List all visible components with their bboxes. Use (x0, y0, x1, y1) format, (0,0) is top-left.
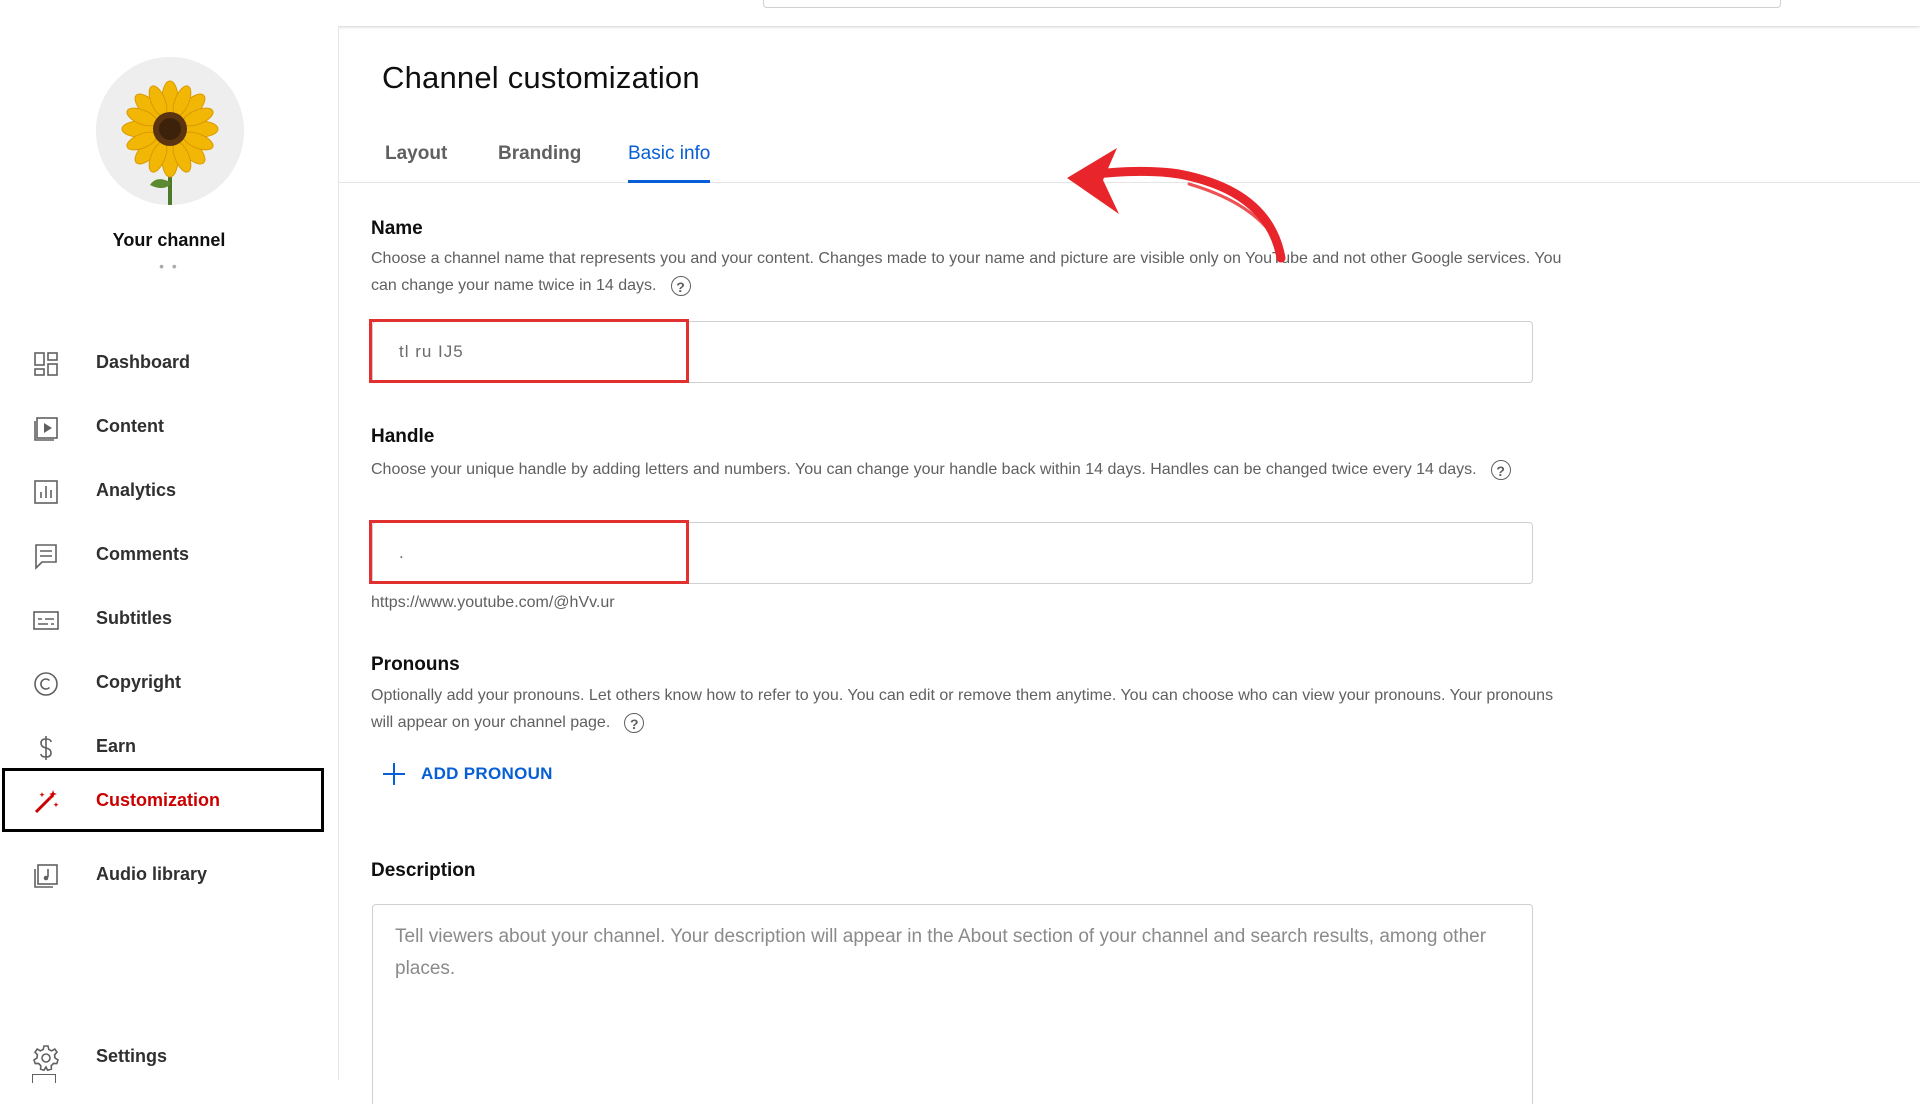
handle-url: https://www.youtube.com/@hVv.ur (371, 594, 615, 611)
analytics-icon (34, 480, 58, 504)
sidebar: Your channel • • Dashboard Content Analy… (0, 26, 339, 1083)
feedback-icon[interactable] (32, 1074, 56, 1083)
plus-icon (383, 763, 405, 785)
description-textarea[interactable]: Tell viewers about your channel. Your de… (372, 904, 1533, 1104)
sidebar-item-label: Content (96, 415, 164, 436)
your-channel-label[interactable]: Your channel (0, 230, 338, 251)
main-content: Channel customization Layout Branding Ba… (339, 26, 1920, 1104)
sidebar-item-customization[interactable]: Customization (2, 768, 324, 832)
name-description-text: Choose a channel name that represents yo… (371, 250, 1562, 294)
magic-wand-icon (34, 790, 59, 814)
name-highlight-box (369, 319, 689, 383)
handle-description: Choose your unique handle by adding lett… (371, 456, 1571, 483)
search-box[interactable] (763, 0, 1781, 8)
help-icon[interactable]: ? (624, 712, 645, 733)
sidebar-item-audio-library[interactable]: Audio library (2, 842, 322, 906)
page-title: Channel customization (382, 60, 700, 95)
sidebar-item-subtitles[interactable]: Subtitles (2, 586, 322, 650)
subtitles-icon (33, 611, 59, 630)
add-pronoun-button[interactable]: ADD PRONOUN (383, 759, 553, 789)
sidebar-item-content[interactable]: Content (2, 394, 322, 458)
handle-section-label: Handle (371, 426, 435, 447)
sidebar-item-copyright[interactable]: Copyright (2, 650, 322, 714)
description-placeholder: Tell viewers about your channel. Your de… (395, 926, 1487, 979)
help-icon[interactable]: ? (670, 275, 691, 296)
pronouns-description-text: Optionally add your pronouns. Let others… (371, 687, 1554, 731)
gear-icon (33, 1045, 59, 1072)
sidebar-item-label: Comments (96, 543, 190, 564)
comments-icon (35, 544, 57, 570)
dashboard-icon (34, 352, 58, 376)
content-icon (34, 417, 58, 441)
audio-library-icon (34, 864, 58, 888)
sidebar-item-analytics[interactable]: Analytics (2, 458, 322, 522)
sidebar-item-label: Audio library (96, 863, 208, 884)
top-bar (0, 0, 1920, 26)
sidebar-item-label: Customization (96, 789, 220, 810)
sidebar-item-label: Analytics (96, 479, 177, 500)
channel-avatar[interactable] (96, 57, 244, 205)
tab-basic-info[interactable]: Basic info (628, 132, 711, 183)
sidebar-item-label: Settings (96, 1045, 168, 1066)
handle-description-text: Choose your unique handle by adding lett… (371, 461, 1477, 478)
copyright-icon (34, 672, 58, 696)
channel-subtitle: • • (159, 258, 179, 274)
pronouns-description: Optionally add your pronouns. Let others… (371, 682, 1571, 736)
name-description: Choose a channel name that represents yo… (371, 245, 1571, 299)
sidebar-item-label: Copyright (96, 671, 181, 692)
add-pronoun-label: ADD PRONOUN (421, 764, 553, 783)
dollar-icon (40, 736, 52, 760)
sidebar-item-dashboard[interactable]: Dashboard (2, 330, 322, 394)
sidebar-item-label: Earn (96, 735, 137, 756)
handle-highlight-box (369, 520, 689, 584)
tab-branding[interactable]: Branding (498, 132, 581, 182)
sidebar-item-comments[interactable]: Comments (2, 522, 322, 586)
description-section-label: Description (371, 860, 476, 881)
sunflower-image (96, 57, 244, 205)
pronouns-section-label: Pronouns (371, 654, 460, 675)
help-icon[interactable]: ? (1490, 459, 1511, 480)
annotation-arrow-icon (1067, 148, 1286, 263)
tab-layout[interactable]: Layout (385, 132, 447, 182)
sidebar-item-label: Subtitles (96, 607, 173, 628)
sidebar-item-label: Dashboard (96, 351, 191, 372)
name-section-label: Name (371, 218, 423, 239)
